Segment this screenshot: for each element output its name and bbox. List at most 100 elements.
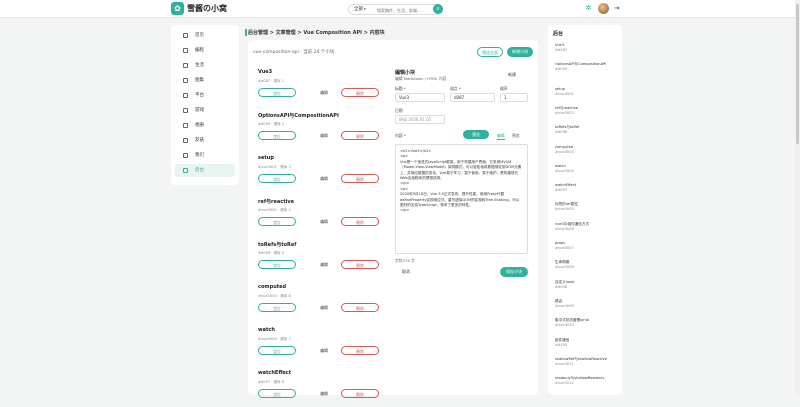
outline-item[interactable]: 自定义hook #d098 bbox=[555, 280, 575, 289]
search-icon[interactable]: ⌕ bbox=[433, 4, 443, 14]
locate-button[interactable]: 定位 bbox=[258, 174, 296, 183]
locate-button[interactable]: 定位 bbox=[258, 303, 296, 312]
main-panel: vue-composition-api · 当前 24 个小块 筛选全部 新增小… bbox=[248, 40, 538, 398]
album-icon bbox=[183, 123, 188, 128]
preview-button[interactable]: 预览 bbox=[463, 130, 489, 139]
search-box: 全部▾ bbox=[348, 4, 443, 15]
cancel-button[interactable]: 取消 bbox=[395, 267, 417, 277]
order-field[interactable]: 1 bbox=[500, 93, 528, 102]
page-scrollbar[interactable] bbox=[795, 0, 800, 395]
logout-icon[interactable]: ⇥ bbox=[612, 4, 621, 13]
brand-logo[interactable]: ✿ bbox=[171, 2, 184, 15]
link-icon bbox=[183, 138, 188, 143]
sidebar-item-links[interactable]: 友链 bbox=[175, 134, 235, 147]
edit-button[interactable]: 编辑 bbox=[305, 303, 343, 312]
search-category-select[interactable]: 全部▾ bbox=[354, 6, 366, 12]
sidebar-item-home[interactable]: 首页 bbox=[175, 29, 235, 42]
delete-button[interactable]: 删除 bbox=[341, 174, 379, 183]
sidebar-item-life[interactable]: 生活 bbox=[175, 59, 235, 72]
editor-subtitle: 编辑 Markdown / HTML 内容 bbox=[395, 76, 447, 81]
outline-item[interactable]: readonly与shallowReadonly #vue3012 bbox=[555, 376, 621, 385]
list-item: OptionsAPI与CompositionAPI #d095 · 顺序 2 定… bbox=[253, 107, 383, 149]
delete-button[interactable]: 删除 bbox=[341, 88, 379, 97]
edit-button[interactable]: 编辑 bbox=[305, 131, 343, 140]
delete-button[interactable]: 删除 bbox=[341, 303, 379, 312]
block-editor: 编辑小块 编辑 Markdown / HTML 内容 新建 标题 * 锚点 * … bbox=[390, 64, 533, 286]
outline-item[interactable]: 集中式状态管理pinia #vue3010 bbox=[555, 318, 589, 327]
outline-item[interactable]: computed #vue3003 bbox=[555, 145, 574, 154]
sidebar-item-admin[interactable]: 后台 bbox=[175, 164, 235, 177]
outline-item[interactable]: watchEffect #d097 bbox=[555, 183, 576, 192]
outline-sidebar: 后台 Vue3 #d087 OptionsAPI与CompositionAPI #d… bbox=[548, 25, 622, 395]
edit-button[interactable]: 编辑 bbox=[305, 88, 343, 97]
settings-icon[interactable]: ✲ bbox=[584, 4, 593, 13]
sidebar-item-platform[interactable]: 平台 bbox=[175, 89, 235, 102]
list-item: toRefs与toRef #d096 · 顺序 5 定位 编辑 删除 bbox=[253, 236, 383, 278]
tab-preview[interactable]: 预览 bbox=[512, 133, 520, 139]
title-label: 标题 * bbox=[395, 86, 406, 91]
new-block-link[interactable]: 新建 bbox=[508, 72, 516, 78]
list-item: setup #vue3001 · 顺序 3 定位 编辑 删除 bbox=[253, 150, 383, 192]
char-count: 字符274 字 bbox=[395, 258, 415, 263]
list-item: Vue3 #d087 · 顺序 1 定位 编辑 删除 bbox=[253, 64, 383, 106]
avatar[interactable] bbox=[598, 3, 609, 14]
outline-item[interactable]: ref与reactive #vue3002 bbox=[555, 106, 578, 115]
title-field[interactable]: Vue3 bbox=[395, 93, 445, 102]
order-label: 顺序 bbox=[500, 86, 508, 91]
add-block-button[interactable]: 新增小块 bbox=[507, 47, 533, 57]
locate-button[interactable]: 定位 bbox=[258, 346, 296, 355]
search-input[interactable] bbox=[377, 7, 432, 13]
date-field[interactable]: 例如 2026.01.05 bbox=[395, 115, 445, 124]
locate-button[interactable]: 定位 bbox=[258, 389, 296, 398]
scrollbar-thumb[interactable] bbox=[796, 4, 799, 144]
outline-item[interactable]: OptionsAPI与CompositionAPI #d095 bbox=[555, 62, 617, 71]
locate-button[interactable]: 定位 bbox=[258, 217, 296, 226]
platform-icon bbox=[183, 93, 188, 98]
edit-button[interactable]: 编辑 bbox=[305, 174, 343, 183]
locate-button[interactable]: 定位 bbox=[258, 88, 296, 97]
save-block-button[interactable]: 保存小块 bbox=[500, 267, 528, 277]
content-textarea[interactable]: <h2>Vue3</h2> <p> Vue是一个渐进式JavaScript框架。… bbox=[395, 144, 528, 254]
outline-item[interactable]: toRefs与toRef #d096 bbox=[555, 125, 579, 134]
about-icon bbox=[183, 153, 188, 158]
outline-item[interactable]: 组件通信 #d100 bbox=[555, 338, 569, 347]
edit-button[interactable]: 编辑 bbox=[305, 389, 343, 398]
outline-item[interactable]: 标签的ref属性 #vue3005 bbox=[555, 202, 578, 211]
delete-button[interactable]: 删除 bbox=[341, 346, 379, 355]
panel-subtitle: vue-composition-api · 当前 24 个小块 bbox=[253, 50, 335, 55]
locate-button[interactable]: 定位 bbox=[258, 131, 296, 140]
edit-button[interactable]: 编辑 bbox=[305, 217, 343, 226]
outline-item[interactable]: setup #vue3001 bbox=[555, 87, 574, 96]
top-bar: ✿ 雪酱の小窝 全部▾ ⌕ ✲ ⇥ bbox=[0, 0, 800, 18]
edit-button[interactable]: 编辑 bbox=[305, 260, 343, 269]
delete-button[interactable]: 删除 bbox=[341, 260, 379, 269]
outline-item[interactable]: Vue3 #d087 bbox=[555, 43, 567, 52]
outline-item[interactable]: watch #vue3004 bbox=[555, 164, 574, 173]
tab-edit[interactable]: 编辑 bbox=[497, 133, 505, 140]
outline-item[interactable]: 生命周期 #vue3008 bbox=[555, 260, 574, 269]
life-icon bbox=[183, 63, 188, 68]
breadcrumb: 后台管理 > 文章管理 > Vue Composition API > 内容块 bbox=[245, 29, 385, 36]
list-item: computed #vue3003 · 顺序 6 定位 编辑 删除 bbox=[253, 279, 383, 321]
edit-button[interactable]: 编辑 bbox=[305, 346, 343, 355]
delete-button[interactable]: 删除 bbox=[341, 131, 379, 140]
anchor-label: 锚点 * bbox=[450, 86, 461, 91]
outline-item[interactable]: props #vue3007 bbox=[555, 241, 574, 250]
sidebar-item-gallery[interactable]: 图集 bbox=[175, 74, 235, 87]
filter-all-button[interactable]: 筛选全部 bbox=[477, 47, 503, 57]
outline-item[interactable]: shallowRef与shallowReactive #vue3011 bbox=[555, 357, 621, 366]
sidebar-item-code[interactable]: 编程 bbox=[175, 44, 235, 57]
delete-button[interactable]: 删除 bbox=[341, 389, 379, 398]
anchor-field[interactable]: d087 bbox=[450, 93, 495, 102]
sidebar-item-game[interactable]: 游戏 bbox=[175, 104, 235, 117]
outline-item[interactable]: vue3中组件通信方式 #vue3006 bbox=[555, 222, 589, 231]
delete-button[interactable]: 删除 bbox=[341, 217, 379, 226]
brand-name[interactable]: 雪酱の小窝 bbox=[187, 3, 227, 14]
sidebar-nav: 首页 编程 生活 图集 平台 游戏 相册 友链 我们 后台 bbox=[171, 25, 239, 185]
sidebar-item-album[interactable]: 相册 bbox=[175, 119, 235, 132]
list-item: ref与reactive #vue3002 · 顺序 4 定位 编辑 删除 bbox=[253, 193, 383, 235]
editor-title: 编辑小块 bbox=[395, 70, 416, 76]
locate-button[interactable]: 定位 bbox=[258, 260, 296, 269]
sidebar-item-about[interactable]: 我们 bbox=[175, 149, 235, 162]
outline-item[interactable]: 路由 #vue3009 bbox=[555, 299, 574, 308]
